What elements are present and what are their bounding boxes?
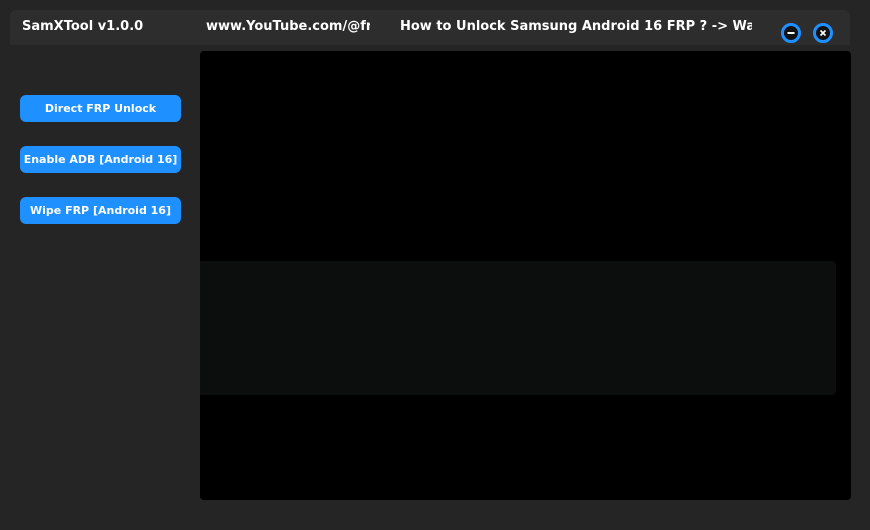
app-title: SamXTool v1.0.0 <box>22 19 144 34</box>
close-button[interactable] <box>813 23 833 43</box>
log-inner-area <box>200 261 836 395</box>
channel-link[interactable]: www.YouTube.com/@frp <box>206 19 370 34</box>
minimize-icon <box>787 32 795 34</box>
title-bar[interactable]: SamXTool v1.0.0 www.YouTube.com/@frp How… <box>10 10 850 45</box>
enable-adb-button[interactable]: Enable ADB [Android 16] <box>20 146 181 173</box>
minimize-button[interactable] <box>781 23 801 43</box>
marquee-text: How to Unlock Samsung Android 16 FRP ? -… <box>400 19 752 34</box>
log-panel <box>200 51 851 500</box>
direct-frp-unlock-button[interactable]: Direct FRP Unlock <box>20 95 181 122</box>
app-window: SamXTool v1.0.0 www.YouTube.com/@frp How… <box>0 0 870 530</box>
wipe-frp-button[interactable]: Wipe FRP [Android 16] <box>20 197 181 224</box>
close-icon <box>819 29 827 37</box>
